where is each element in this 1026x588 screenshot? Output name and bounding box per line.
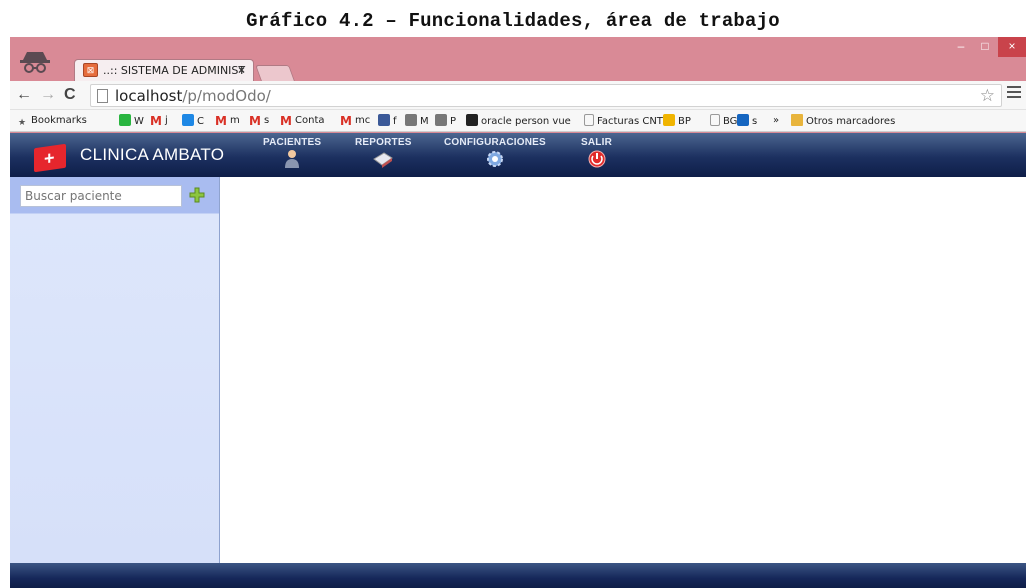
search-patient-input[interactable] <box>20 185 182 207</box>
app-name: CLINICA AMBATO <box>80 145 225 164</box>
maximize-button[interactable]: □ <box>972 37 998 57</box>
back-arrow-icon[interactable]: ← <box>16 85 32 105</box>
menu-reportes[interactable]: REPORTES <box>355 137 412 169</box>
menu-label: REPORTES <box>355 137 412 148</box>
browser-titlebar: ⊠ ..:: SISTEMA DE ADMINIST × – □ × <box>10 37 1026 81</box>
browser-window: ⊠ ..:: SISTEMA DE ADMINIST × – □ × ← → C… <box>10 37 1026 588</box>
bookmark-label: P <box>450 116 457 127</box>
bookmark-label: j <box>165 115 168 126</box>
bookmark-item[interactable]: M Conta <box>280 114 325 128</box>
power-icon <box>588 150 605 168</box>
messenger-icon <box>435 114 447 126</box>
bookmark-label: Bookmarks <box>31 115 87 126</box>
gmail-icon: M <box>340 114 352 128</box>
menu-label: CONFIGURACIONES <box>444 137 546 148</box>
close-window-button[interactable]: × <box>998 37 1026 57</box>
bookmark-item[interactable]: Ms <box>249 114 269 127</box>
whatsapp-icon <box>119 114 131 126</box>
bookmark-label: s <box>264 115 270 126</box>
bookmark-label: f <box>393 116 397 127</box>
minimize-button[interactable]: – <box>948 37 974 57</box>
menu-salir[interactable]: SALIR <box>581 137 612 169</box>
menu-pacientes[interactable]: PACIENTES <box>263 137 321 169</box>
bookmark-item[interactable]: ★ Bookmarks <box>16 114 87 129</box>
bookmark-item[interactable]: BG <box>710 114 737 128</box>
bank-icon <box>663 114 675 126</box>
bookmark-item[interactable]: f <box>378 114 397 128</box>
menu-configuraciones[interactable]: CONFIGURACIONES <box>444 137 546 169</box>
bookmarks-bar: ★ Bookmarks W Mj C Mm Ms M Conta Mmc f M Poracle per… <box>10 110 1026 132</box>
menu-label: PACIENTES <box>263 137 322 148</box>
folder-icon <box>791 114 803 126</box>
page-icon <box>710 114 720 126</box>
bookmark-label: M <box>420 116 429 127</box>
url-host: localhost <box>115 87 183 105</box>
bookmark-label: Conta <box>295 115 325 126</box>
bookmark-label: mc <box>355 115 371 126</box>
tab-title: ..:: SISTEMA DE ADMINIST <box>103 64 246 77</box>
app-icon <box>737 114 749 126</box>
page-icon <box>584 114 594 126</box>
bookmark-label: C <box>197 116 204 127</box>
pearson-icon <box>466 114 478 126</box>
gmail-icon: M <box>249 114 261 128</box>
contacts-icon <box>182 114 194 126</box>
messenger-icon <box>405 114 417 126</box>
browser-tab[interactable]: ⊠ ..:: SISTEMA DE ADMINIST × <box>74 59 254 81</box>
bookmark-label: BP <box>678 116 691 127</box>
bookmark-label: Facturas CNT <box>597 116 663 127</box>
reports-icon <box>373 152 394 168</box>
bookmark-item[interactable]: s <box>737 114 757 128</box>
forward-arrow-icon[interactable]: → <box>40 85 56 105</box>
bookmark-label: oracle person vue <box>481 116 571 127</box>
settings-gear-icon <box>486 151 503 167</box>
bookmark-item[interactable]: oracle person vue <box>466 114 571 128</box>
bookmark-item[interactable]: Mj <box>150 114 168 127</box>
tab-close-button[interactable]: × <box>238 63 245 77</box>
bookmark-item[interactable]: C <box>182 114 204 128</box>
new-tab-button[interactable] <box>255 65 295 81</box>
bookmark-item[interactable]: » <box>773 114 779 127</box>
app-page: + CLINICA AMBATO PACIENTES REPORTES CONF… <box>10 133 1026 588</box>
bookmark-item[interactable]: P <box>435 114 456 128</box>
incognito-icon <box>20 52 50 73</box>
bookmark-label: BG <box>723 116 738 127</box>
reload-icon[interactable]: C <box>64 85 76 105</box>
bookmark-item[interactable]: Mmc <box>340 114 370 127</box>
star-icon: ★ <box>17 118 27 128</box>
bookmark-item[interactable]: W <box>119 114 144 128</box>
patient-icon <box>285 150 300 168</box>
bookmark-item[interactable]: Facturas CNT <box>584 114 663 128</box>
page-icon <box>97 89 108 103</box>
bookmark-label: s <box>752 116 758 127</box>
figure-caption: Gráfico 4.2 – Funcionalidades, área de t… <box>246 10 780 32</box>
bookmark-star-icon[interactable]: ☆ <box>980 86 995 106</box>
bookmark-label: W <box>134 116 144 127</box>
work-area <box>221 177 1026 563</box>
sidebar <box>10 177 220 563</box>
gmail-icon: M <box>150 114 162 128</box>
address-bar[interactable]: localhost/p/modOdo/ ☆ <box>90 84 1002 107</box>
browser-toolbar: ← → C localhost/p/modOdo/ ☆ <box>10 81 1026 110</box>
gmail-icon: M <box>280 114 292 128</box>
app-footer <box>10 563 1026 588</box>
bookmark-item[interactable]: BP <box>663 114 691 128</box>
bookmark-item[interactable]: Mm <box>215 114 240 127</box>
bookmark-label: m <box>230 115 240 126</box>
url-text[interactable]: localhost/p/modOdo/ <box>115 87 271 105</box>
clinic-logo-icon: + <box>34 143 66 173</box>
gmail-icon: M <box>215 114 227 128</box>
facebook-icon <box>378 114 390 126</box>
bookmark-item[interactable]: Otros marcadores <box>791 114 895 128</box>
add-patient-icon[interactable] <box>188 186 206 204</box>
menu-label: SALIR <box>581 137 612 148</box>
tab-favicon-icon: ⊠ <box>83 63 98 77</box>
bookmark-label: Otros marcadores <box>806 116 896 127</box>
bookmark-item[interactable]: M <box>405 114 429 128</box>
url-path: /p/modOdo/ <box>182 87 271 105</box>
bookmark-label: » <box>773 115 780 126</box>
app-header: + CLINICA AMBATO PACIENTES REPORTES CONF… <box>10 133 1026 177</box>
browser-menu-icon[interactable] <box>1007 86 1021 101</box>
